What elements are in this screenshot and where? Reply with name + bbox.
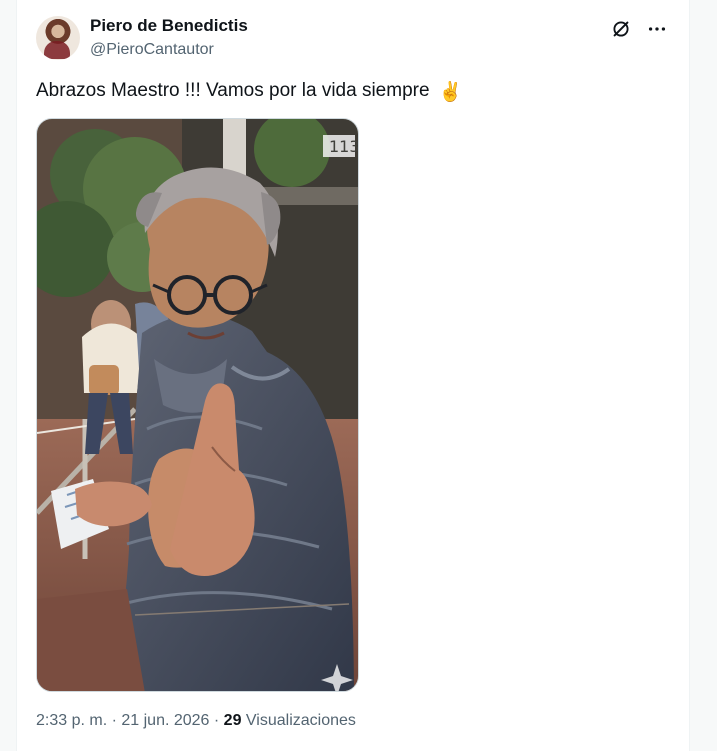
- meta-separator-1: ·: [107, 712, 122, 729]
- author-handle[interactable]: @PieroCantautor: [90, 40, 214, 60]
- post-card[interactable]: Piero de Benedictis @PieroCantautor Abra…: [16, 0, 690, 751]
- post-actions: [608, 16, 670, 42]
- svg-text:113: 113: [329, 137, 359, 156]
- post-time[interactable]: 2:33 p. m.: [36, 712, 107, 729]
- views-label: Visualizaciones: [245, 712, 356, 729]
- post-text-content: Abrazos Maestro !!! Vamos por la vida si…: [36, 80, 430, 101]
- post-text: Abrazos Maestro !!! Vamos por la vida si…: [36, 78, 656, 106]
- photo-illustration: 113: [37, 119, 359, 691]
- victory-hand-emoji: ✌️: [438, 82, 463, 103]
- views-count: 29: [223, 712, 242, 729]
- avatar[interactable]: [36, 16, 80, 60]
- more-icon[interactable]: [644, 16, 670, 42]
- grok-icon[interactable]: [608, 16, 634, 42]
- post-date[interactable]: 21 jun. 2026: [121, 712, 209, 729]
- meta-separator-2: ·: [209, 712, 224, 729]
- post-image[interactable]: 113: [36, 118, 359, 692]
- post-meta: 2:33 p. m. · 21 jun. 2026 · 29 Visualiza…: [36, 710, 356, 732]
- author-name[interactable]: Piero de Benedictis: [90, 16, 248, 36]
